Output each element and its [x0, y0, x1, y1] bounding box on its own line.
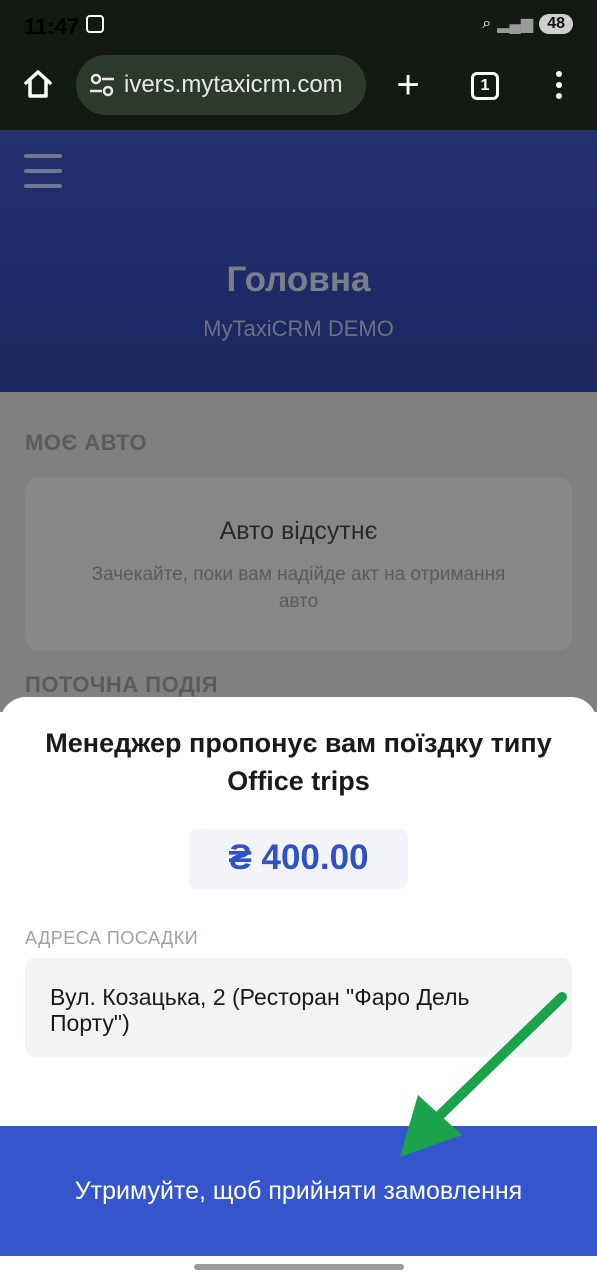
signal-icon: ▂▄▆	[497, 16, 534, 33]
tab-switcher-button[interactable]: 1	[471, 72, 499, 100]
pickup-address: Вул. Козацька, 2 (Ресторан "Фаро Дель По…	[50, 984, 470, 1036]
battery-indicator: 48	[539, 14, 573, 34]
offer-price: ₴ 400.00	[228, 838, 369, 877]
page-title: Головна	[226, 260, 371, 299]
gesture-navigation-bar[interactable]	[194, 1264, 404, 1270]
hamburger-menu-icon[interactable]	[24, 154, 62, 188]
browser-menu-button[interactable]	[552, 70, 566, 100]
screenshot-icon	[86, 15, 104, 33]
current-event-section-label: ПОТОЧНА ПОДІЯ	[25, 672, 219, 697]
wifi-icon: ⌕	[482, 15, 492, 32]
status-icons: ⌕ ▂▄▆ 48	[482, 14, 573, 34]
hold-to-accept-button[interactable]: Утримуйте, щоб прийняти замовлення	[0, 1126, 597, 1256]
my-car-text: Зачекайте, поки вам надійде акт на отрим…	[91, 564, 506, 612]
page-subtitle: MyTaxiCRM DEMO	[203, 316, 394, 341]
pickup-address-label: АДРЕСА ПОСАДКИ	[25, 928, 199, 948]
offer-title: Менеджер пропонує вам поїздку типу Offic…	[45, 728, 552, 796]
home-icon	[24, 70, 52, 98]
site-settings-icon[interactable]	[88, 71, 116, 99]
my-car-section-label: МОЄ АВТО	[25, 430, 148, 455]
url-text: ivers.mytaxicrm.com	[124, 71, 343, 98]
home-button[interactable]	[18, 68, 58, 108]
address-bar[interactable]: ivers.mytaxicrm.com	[76, 55, 366, 115]
my-car-title: Авто відсутнє	[219, 517, 378, 545]
status-time: 11:47	[24, 14, 80, 39]
more-vert-icon	[556, 71, 562, 99]
plus-icon: +	[396, 63, 420, 107]
new-tab-button[interactable]: +	[388, 63, 428, 107]
